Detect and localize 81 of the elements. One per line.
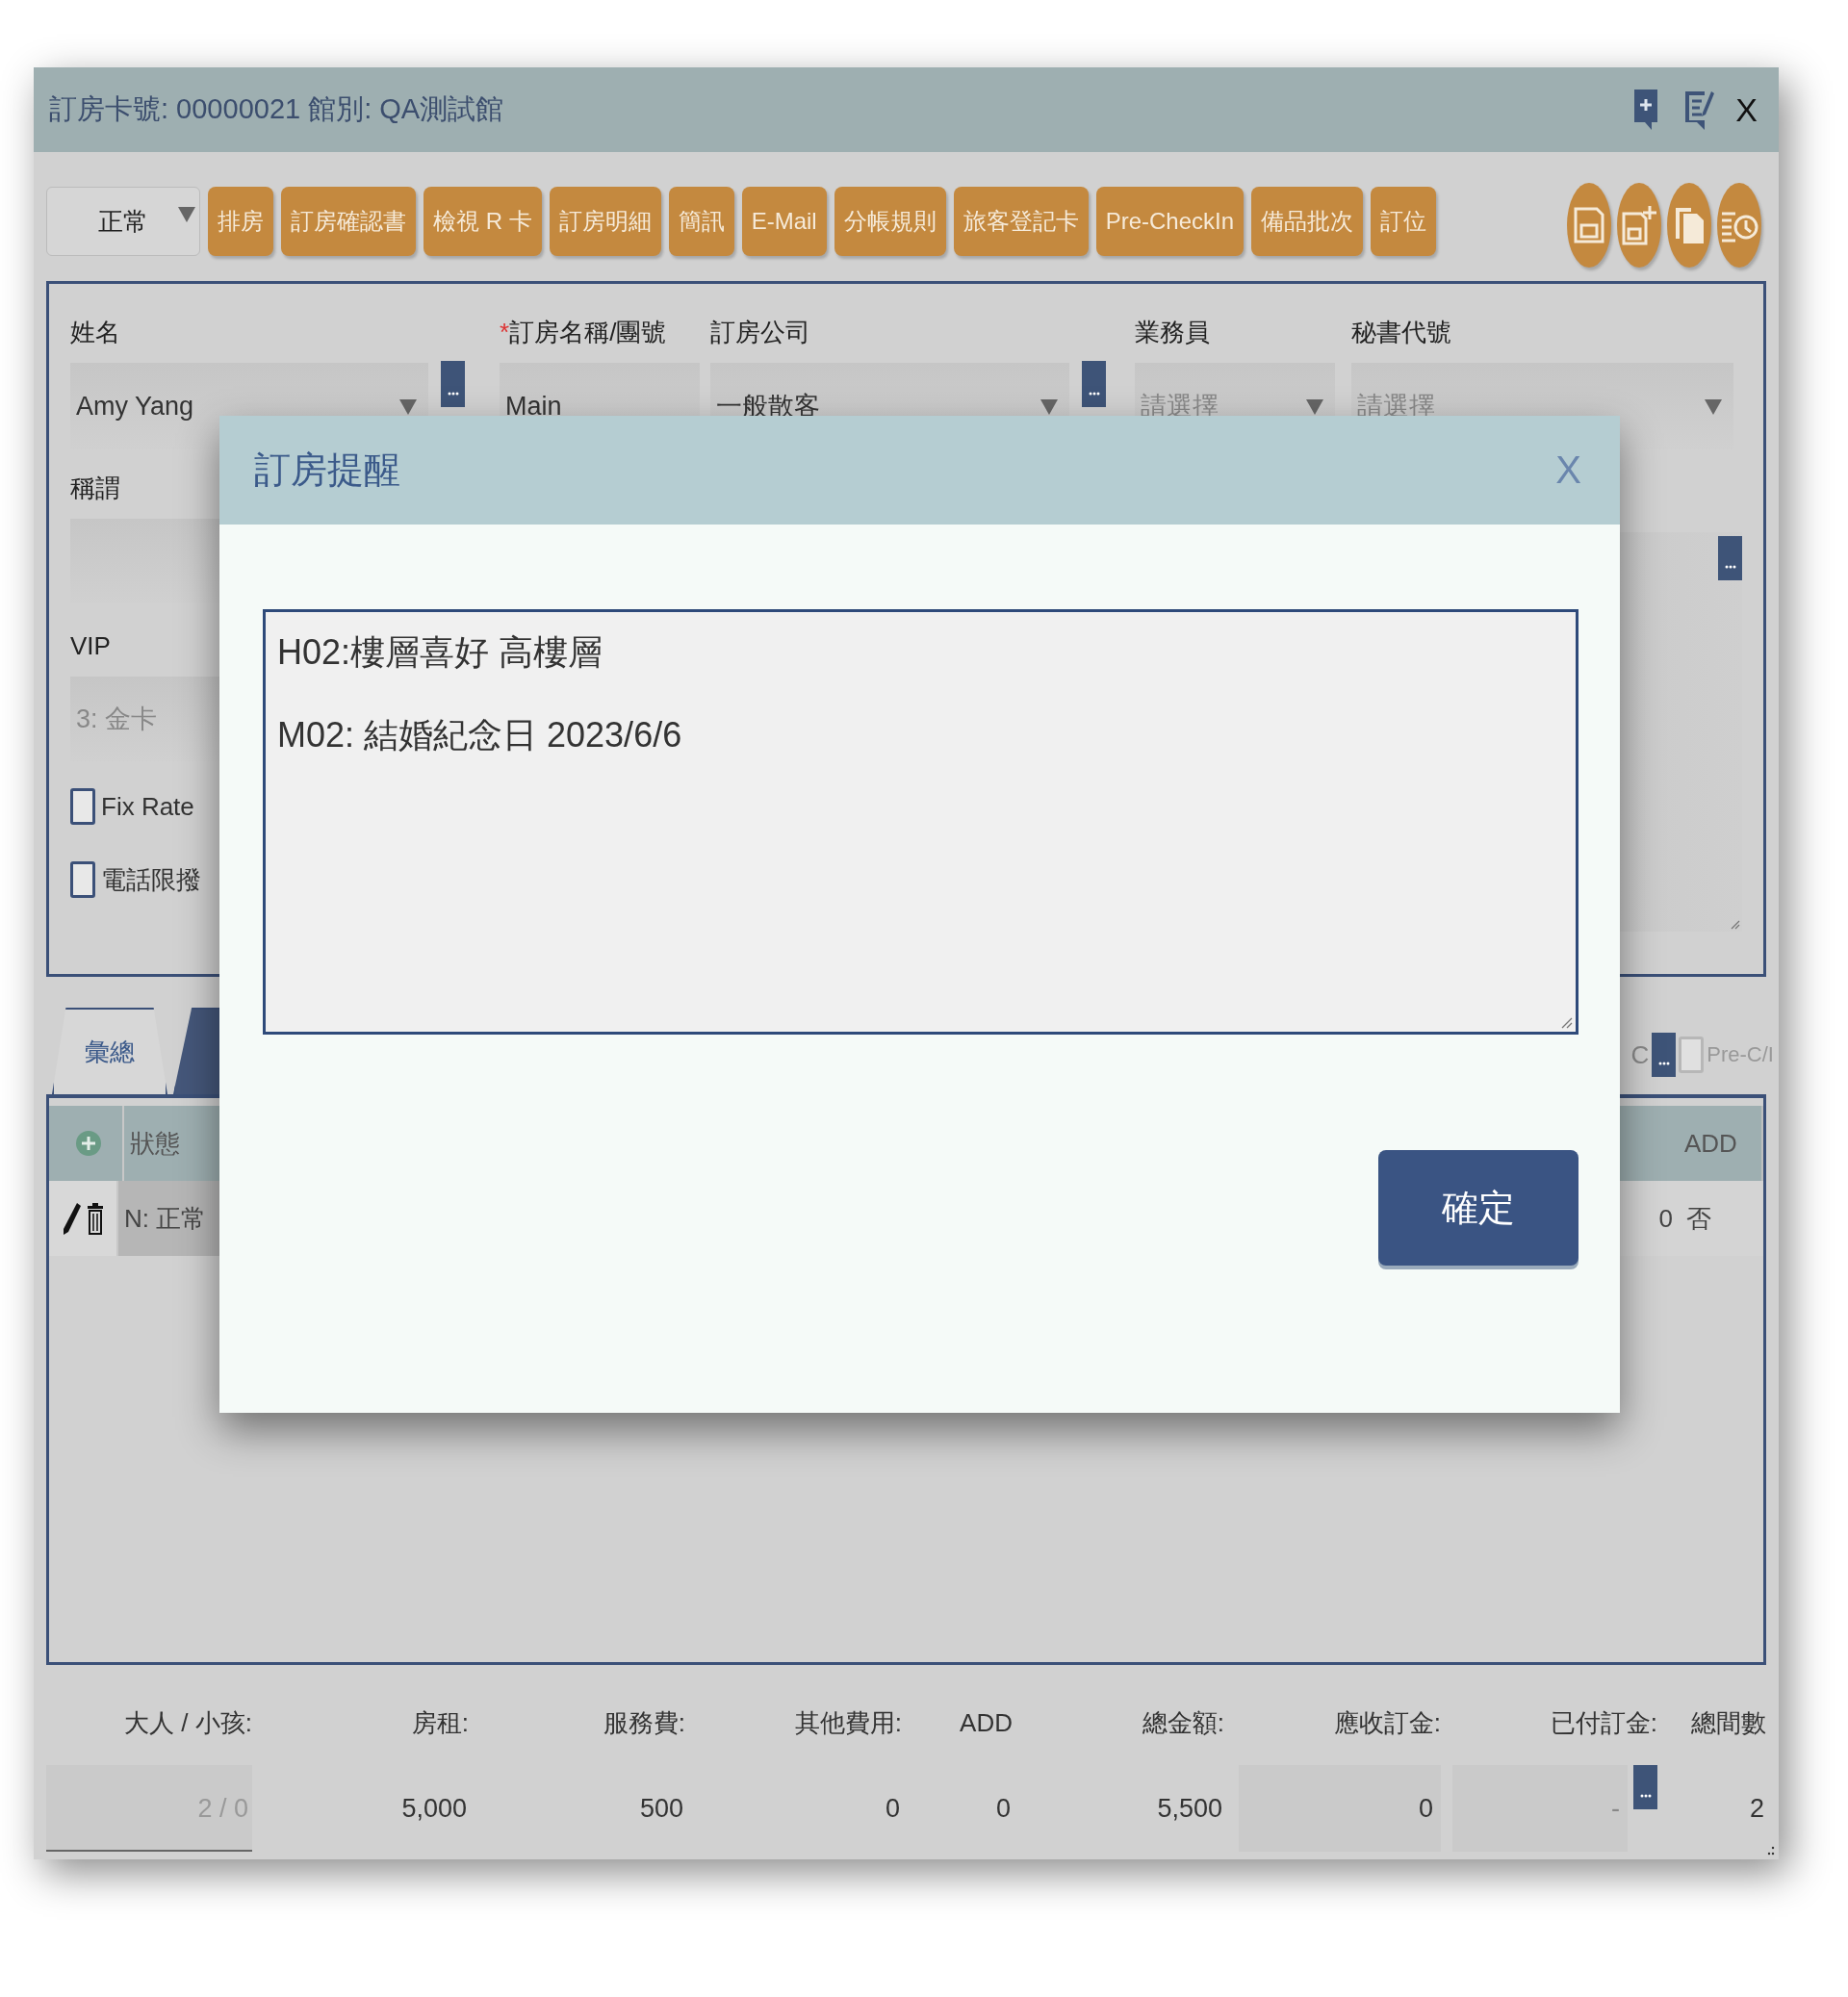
ellipsis-icon	[1639, 1794, 1652, 1798]
total-value: 500	[639, 1793, 684, 1825]
field-label: 訂房公司	[710, 317, 810, 348]
tab[interactable]: 彙總	[52, 1008, 167, 1094]
field-label: 稱謂	[70, 473, 120, 504]
dropdown-arrow-icon	[178, 207, 195, 222]
total-label: 已付訂金:	[1550, 1707, 1657, 1739]
toolbar-button[interactable]: 旅客登記卡	[953, 187, 1089, 256]
toolbar-button[interactable]: 簡訊	[668, 187, 734, 256]
pencil-icon[interactable]	[63, 1201, 82, 1236]
toolbar-button[interactable]: 訂房明細	[549, 187, 661, 256]
resize-grip-icon[interactable]	[1561, 1017, 1573, 1029]
toolbar-button[interactable]: Pre-CheckIn	[1095, 187, 1245, 256]
save-button[interactable]	[1567, 183, 1611, 268]
message-line: H02:樓層喜好 高樓層	[277, 631, 604, 674]
dialog-title: 訂房提醒	[254, 448, 400, 492]
dropdown-arrow-icon	[399, 399, 417, 415]
toolbar-button[interactable]: 分帳規則	[834, 187, 946, 256]
total-label: 應收訂金:	[1333, 1707, 1441, 1739]
ellipsis-icon	[447, 392, 459, 396]
total-value: 5,500	[1157, 1793, 1223, 1825]
total-label: 其他費用:	[794, 1707, 902, 1739]
copy-button[interactable]	[1667, 183, 1711, 268]
save-new-button[interactable]	[1617, 183, 1661, 268]
checkbox[interactable]	[70, 788, 95, 825]
lookup-button[interactable]	[441, 361, 465, 407]
dropdown-arrow-icon	[1306, 399, 1323, 415]
toolbar-button[interactable]: 訂位	[1371, 187, 1437, 256]
checkbox-label: Pre-C/I	[1707, 1042, 1774, 1067]
field-label: 業務員	[1135, 317, 1210, 348]
input-field[interactable]: 0	[1239, 1765, 1441, 1852]
field-label: 姓名	[70, 317, 120, 348]
floppy-disk-plus-icon	[1621, 204, 1657, 246]
field-label: VIP	[70, 630, 111, 662]
checkbox-label: Fix Rate	[101, 791, 194, 822]
resize-grip-icon[interactable]	[1767, 1846, 1775, 1856]
lookup-button[interactable]	[1633, 1765, 1657, 1809]
toolbar-button[interactable]: 訂房確認書	[281, 187, 416, 256]
dropdown-arrow-icon	[1705, 399, 1722, 415]
lookup-button[interactable]	[1718, 536, 1742, 580]
checkbox-label: 電話限撥	[101, 863, 201, 896]
total-value: 0	[995, 1793, 1012, 1825]
table-cell: N: 正常	[118, 1181, 219, 1256]
toolbar-button[interactable]: 檢視 R 卡	[424, 187, 542, 256]
total-label: 總間數	[1691, 1707, 1766, 1739]
trash-icon[interactable]	[88, 1201, 103, 1236]
total-value: 0	[885, 1793, 901, 1825]
checkbox[interactable]	[1679, 1037, 1705, 1073]
copy-icon	[1673, 205, 1706, 245]
ellipsis-icon	[1724, 565, 1736, 569]
ellipsis-icon	[1088, 392, 1100, 396]
status-select[interactable]: 正常	[46, 187, 200, 256]
window-title: 訂房卡號: 00000021 館別: QA測試館	[49, 92, 504, 126]
total-label: 服務費:	[603, 1707, 685, 1739]
field-label: *訂房名稱/團號	[500, 317, 667, 348]
table-cell-text: 0	[1657, 1202, 1674, 1235]
history-button[interactable]	[1717, 183, 1761, 268]
message-line: M02: 結婚紀念日 2023/6/6	[277, 714, 683, 756]
ellipsis-icon	[1657, 1062, 1670, 1065]
lookup-button[interactable]	[1082, 361, 1106, 407]
total-label: ADD	[960, 1707, 1013, 1739]
close-button[interactable]: X	[1735, 90, 1758, 129]
field-label: 秘書代號	[1351, 317, 1451, 348]
table-cell-text: 否	[1685, 1202, 1712, 1235]
total-label: 總金額:	[1142, 1707, 1224, 1739]
toolbar-button[interactable]: 排房	[208, 187, 273, 256]
total-value: 2	[1749, 1793, 1765, 1825]
total-label: 大人 / 小孩:	[124, 1707, 252, 1739]
message-field[interactable]: H02:樓層喜好 高樓層 M02: 結婚紀念日 2023/6/6	[263, 609, 1578, 1035]
total-value: 5,000	[401, 1793, 468, 1825]
resize-grip-icon[interactable]	[1731, 920, 1740, 930]
total-label: 房租:	[411, 1707, 469, 1739]
checkbox[interactable]	[70, 861, 95, 898]
option-label: C	[1630, 1039, 1650, 1070]
lookup-button[interactable]	[1652, 1033, 1677, 1077]
close-button[interactable]: X	[1555, 448, 1581, 492]
dropdown-arrow-icon	[1040, 399, 1058, 415]
input-field[interactable]: -	[1452, 1765, 1628, 1852]
toolbar-button[interactable]: E-Mail	[741, 187, 827, 256]
add-icon[interactable]	[76, 1131, 101, 1156]
toolbar-button[interactable]: 備品批次	[1251, 187, 1364, 256]
